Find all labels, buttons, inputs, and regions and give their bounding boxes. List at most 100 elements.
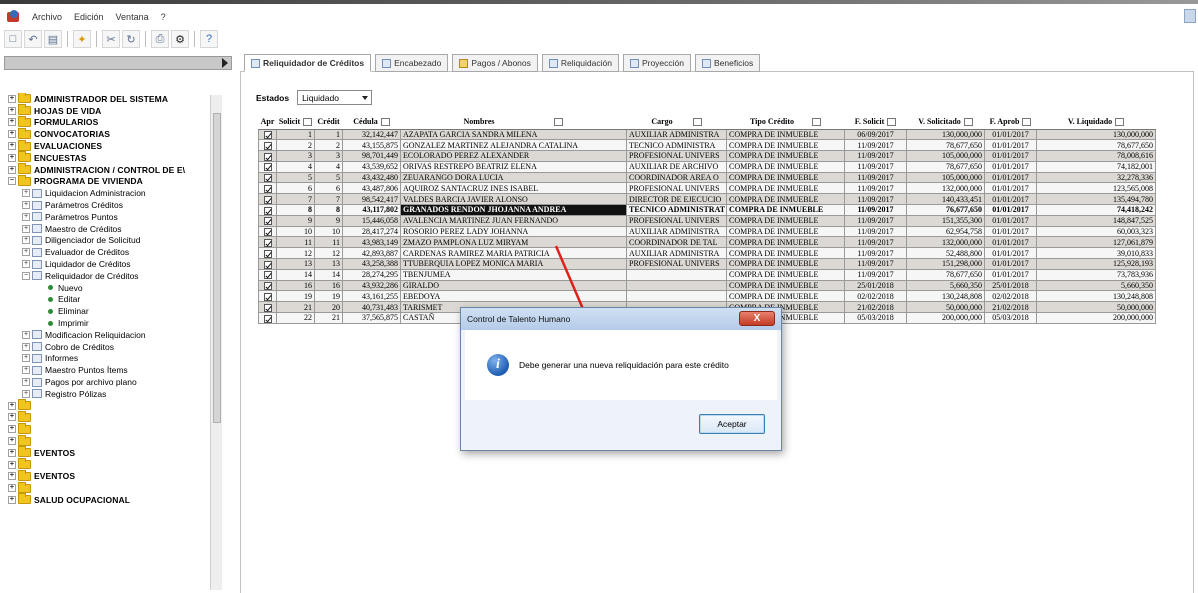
expand-icon[interactable]: +: [8, 142, 16, 151]
col-header-f-aprob[interactable]: F. Aprob: [984, 115, 1037, 130]
approve-checkbox[interactable]: [263, 260, 272, 269]
estados-select[interactable]: Liquidado: [297, 90, 373, 105]
col-header-nombres[interactable]: Nombres: [400, 115, 627, 130]
expand-icon[interactable]: +: [22, 248, 30, 257]
tab-beneficios[interactable]: Beneficios: [695, 54, 761, 72]
expand-icon[interactable]: +: [8, 460, 16, 469]
scrollbar-thumb[interactable]: [213, 113, 221, 423]
filter-checkbox[interactable]: [887, 118, 897, 127]
approve-checkbox[interactable]: [263, 292, 272, 301]
approve-checkbox[interactable]: [263, 184, 272, 193]
expand-icon[interactable]: +: [22, 342, 30, 351]
table-row[interactable]: 4 4 43,539,652 ORIVAS RESTREPO BEATRIZ ELEN…: [258, 160, 1156, 173]
approve-checkbox[interactable]: [263, 163, 272, 172]
expand-icon[interactable]: +: [8, 413, 16, 422]
table-row[interactable]: 5 5 43,432,480 ZEUARANGO DORA LUCIA COORDINA…: [258, 171, 1156, 184]
table-row[interactable]: 13 13 43,258,388 TTUBERQUIA LOPEZ MONICA MA…: [258, 258, 1156, 270]
expand-icon[interactable]: +: [8, 401, 16, 410]
table-row[interactable]: 9 9 15,446,058 AVALENCIA MARTINEZ JUAN FERN…: [258, 214, 1156, 227]
tree-item-admin-sistema[interactable]: + ADMINISTRADOR DEL SISTEMA: [8, 93, 232, 105]
expand-icon[interactable]: +: [22, 189, 30, 198]
approve-checkbox[interactable]: [263, 141, 272, 150]
approve-checkbox[interactable]: [263, 228, 272, 236]
filter-checkbox[interactable]: [380, 118, 390, 127]
table-row[interactable]: 11 11 43,983,149 ZMAZO PAMPLONA LUZ MIRYAM C…: [258, 236, 1156, 249]
tree-item-folder[interactable]: +: [8, 399, 232, 412]
window-restore-button[interactable]: [1184, 9, 1196, 23]
refresh-icon[interactable]: ↻: [122, 30, 140, 48]
approve-checkbox[interactable]: [263, 271, 272, 280]
filter-checkbox[interactable]: [963, 118, 973, 127]
tree-item-nuevo[interactable]: Nuevo: [8, 282, 232, 294]
table-row[interactable]: 16 16 43,932,286 GIRALDO COMPRA DE INMUEBLE 2…: [258, 279, 1156, 292]
expand-icon[interactable]: +: [22, 224, 30, 233]
tab-reliquidador[interactable]: Reliquidador de Créditos: [244, 54, 372, 72]
collapse-arrow-icon[interactable]: [222, 58, 228, 68]
col-header-v-liquidado[interactable]: V. Liquidado: [1036, 115, 1156, 130]
accept-button[interactable]: Aceptar: [699, 414, 765, 434]
expand-icon[interactable]: +: [22, 366, 30, 375]
expand-icon[interactable]: +: [8, 106, 16, 115]
tree-item-encuestas[interactable]: + ENCUESTAS: [8, 151, 232, 164]
save-icon[interactable]: □: [4, 30, 22, 48]
expand-icon[interactable]: +: [22, 389, 30, 398]
table-row[interactable]: 3 3 98,701,449 ECOLORADO PEREZ ALEXANDER PRO…: [258, 150, 1156, 162]
tree-item-salud-ocupacional[interactable]: + SALUD OCUPACIONAL: [8, 493, 232, 506]
table-row[interactable]: 2 2 43,155,875 GONZALEZ MARTINEZ ALEJANDRA …: [258, 139, 1156, 152]
tree-item-registro-polizas[interactable]: + Registro Pólizas: [8, 388, 232, 400]
left-panel-header[interactable]: [4, 56, 232, 70]
tree-item-convocatorias[interactable]: + CONVOCATORIAS: [8, 127, 232, 140]
tree-item-liquidador-creditos[interactable]: + Liquidador de Créditos: [8, 258, 232, 270]
tree-item-hojas-de-vida[interactable]: + HOJAS DE VIDA: [8, 104, 232, 117]
tree-item-reliquidador-creditos[interactable]: − Reliquidador de Créditos: [8, 270, 232, 282]
approve-checkbox[interactable]: [263, 130, 272, 139]
filter-checkbox[interactable]: [1115, 118, 1125, 127]
tree-item-parametros-creditos[interactable]: + Parámetros Créditos: [8, 199, 232, 211]
expand-icon[interactable]: +: [8, 484, 16, 493]
menu-ventana[interactable]: Ventana: [116, 12, 149, 22]
col-header-credito[interactable]: Crédit: [314, 115, 343, 130]
col-header-tipo-credito[interactable]: Tipo Crédito: [726, 115, 845, 130]
approve-checkbox[interactable]: [263, 249, 272, 258]
tree-item-evaluaciones[interactable]: + EVALUACIONES: [8, 139, 232, 152]
tree-item-administracion-control[interactable]: + ADMINISTRACION / CONTROL DE E\: [8, 163, 232, 176]
col-header-f-solicit[interactable]: F. Solicit: [844, 115, 907, 130]
approve-checkbox[interactable]: [263, 314, 272, 323]
expand-icon[interactable]: +: [22, 378, 30, 387]
tree-item-liquidacion-administracion[interactable]: + Liquidacion Administracion: [8, 187, 232, 199]
tree-item-evaluador-creditos[interactable]: + Evaluador de Créditos: [8, 246, 232, 258]
expand-icon[interactable]: +: [22, 260, 30, 269]
filter-checkbox[interactable]: [554, 118, 564, 127]
tree-item-folder[interactable]: +: [8, 410, 232, 424]
cut-icon[interactable]: ✂: [102, 30, 120, 48]
approve-checkbox[interactable]: [263, 152, 272, 161]
tree-item-maestro-creditos[interactable]: + Maestro de Créditos: [8, 223, 232, 235]
col-header-v-solicitado[interactable]: V. Solicitado: [906, 115, 985, 130]
approve-checkbox[interactable]: [263, 238, 272, 247]
menu-help[interactable]: ?: [161, 12, 166, 22]
copy-icon[interactable]: ▤: [44, 30, 62, 48]
table-row[interactable]: 14 14 28,274,295 TBENJUMEA COMPRA DE INMUEBL…: [258, 268, 1156, 281]
tree-item-informes[interactable]: + Informes: [8, 353, 232, 365]
tab-encabezado[interactable]: Encabezado: [375, 54, 449, 72]
expand-icon[interactable]: +: [22, 354, 30, 363]
tree-item-eliminar[interactable]: Eliminar: [8, 305, 232, 317]
col-header-cedula[interactable]: Cédula: [342, 115, 401, 130]
tree-item-folder[interactable]: +: [8, 481, 232, 494]
filter-checkbox[interactable]: [812, 118, 822, 127]
close-button[interactable]: X: [739, 311, 775, 326]
expand-icon[interactable]: +: [8, 472, 16, 481]
print-icon[interactable]: ⎙: [151, 30, 169, 48]
tree-item-folder[interactable]: +: [8, 422, 232, 435]
expand-icon[interactable]: +: [22, 236, 30, 245]
expand-icon[interactable]: +: [8, 130, 16, 139]
collapse-icon[interactable]: −: [22, 271, 30, 280]
filter-checkbox[interactable]: [1022, 118, 1032, 127]
tree-item-eventos-2[interactable]: + EVENTOS: [8, 469, 232, 483]
tab-pagos-abonos[interactable]: Pagos / Abonos: [452, 54, 538, 72]
tab-proyeccion[interactable]: Proyección: [622, 54, 691, 72]
tree-scrollbar[interactable]: [210, 95, 222, 590]
col-header-apr[interactable]: Apr: [258, 115, 277, 130]
expand-icon[interactable]: +: [8, 448, 16, 457]
table-row[interactable]: 6 6 43,487,806 AQUIROZ SANTACRUZ INES ISABE…: [258, 182, 1156, 195]
